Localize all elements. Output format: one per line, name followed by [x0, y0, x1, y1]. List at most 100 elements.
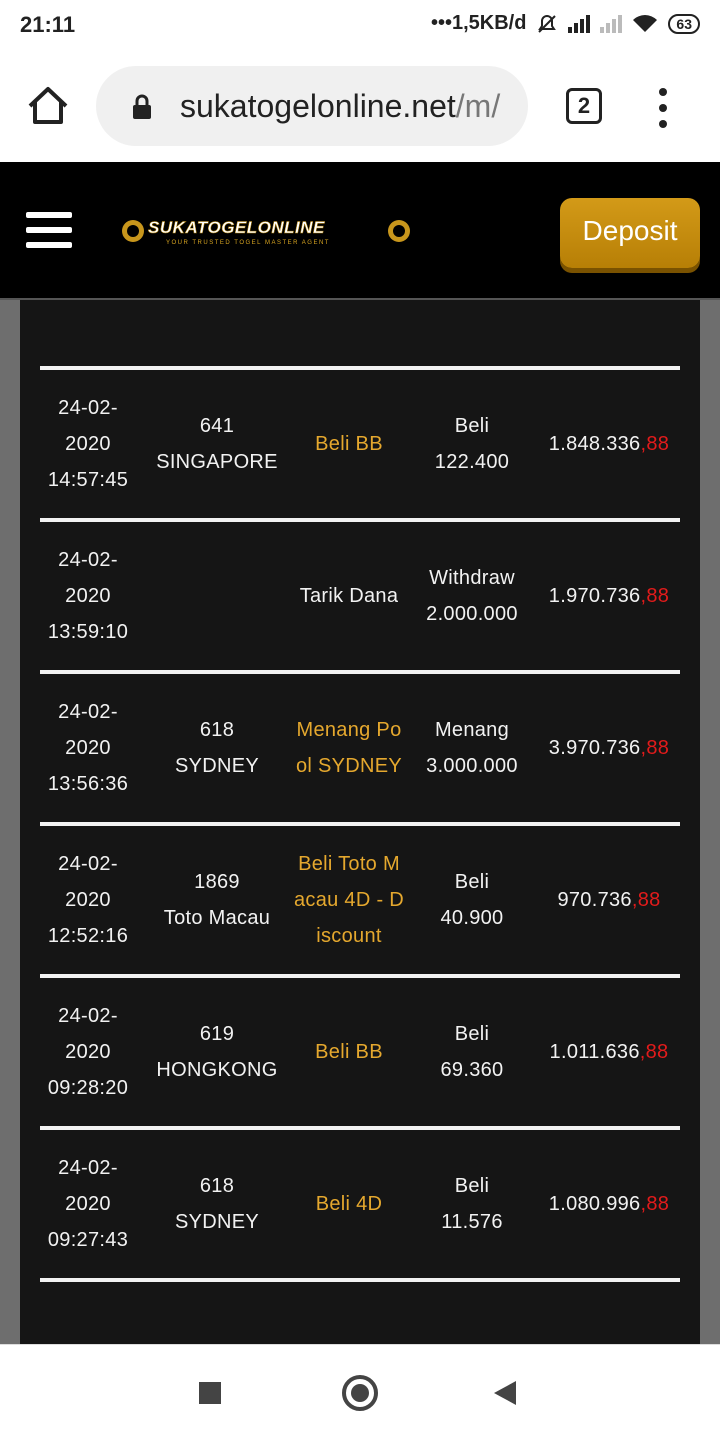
logo-emblem-left-icon: [122, 220, 144, 242]
amount-value: 122.400: [435, 300, 509, 310]
transaction-amount: Beli 69.360: [414, 978, 530, 1126]
transaction-description[interactable]: Menang Pool SYDNEY: [294, 674, 404, 822]
transaction-balance: 1.848.336,88: [538, 370, 680, 518]
wifi-icon: [633, 14, 658, 32]
transaction-row: 24-02- 2020 09:28:20 619 HONGKONG Beli BB Beli…: [40, 978, 680, 1130]
transaction-amount: 122.400: [414, 300, 530, 366]
amount-type: Beli: [454, 871, 490, 893]
deposit-button[interactable]: Deposit: [560, 198, 700, 268]
transaction-game: 619 HONGKONG: [152, 978, 282, 1126]
transaction-game: 618 SYDNEY: [152, 1130, 282, 1278]
balance-cents: ,88: [639, 1041, 669, 1063]
transaction-amount: Menang 3.000.000: [414, 674, 530, 822]
date-time: 12:52:16: [47, 925, 129, 947]
mute-alarm-icon: [538, 14, 557, 33]
transaction-date: 24-02- 2020 12:52:16: [40, 826, 136, 974]
date-year: 2020: [65, 737, 111, 759]
signal-2-icon: [600, 14, 623, 33]
date-time: 14:57:45: [47, 469, 129, 491]
amount-type: Beli: [454, 1175, 490, 1197]
hamburger-menu-icon[interactable]: [26, 212, 72, 248]
transaction-game: 618 SYDNEY: [152, 674, 282, 822]
amount-value: 3.000.000: [426, 755, 518, 777]
balance-cents: ,88: [640, 585, 670, 607]
date-time: 13:56:36: [47, 773, 129, 795]
balance-main: 970.736: [557, 889, 632, 911]
transaction-balance: 1.970.736,88: [538, 522, 680, 670]
game-market: SYDNEY: [174, 755, 260, 777]
logo-text: SUKATOGELONLINE: [148, 218, 325, 238]
date-day: 24-02-: [58, 1005, 118, 1027]
transaction-game: 641 SINGAPORE: [152, 370, 282, 518]
date-year: 2020: [65, 1041, 111, 1063]
game-period: 619: [199, 1023, 235, 1045]
transaction-description[interactable]: [294, 1282, 404, 1344]
game-market: Toto Macau: [163, 907, 271, 929]
transaction-date: 24-02- 2020 13:59:10: [40, 522, 136, 670]
site-logo[interactable]: SUKATOGELONLINE YOUR TRUSTED TOGEL MASTE…: [118, 212, 414, 250]
amount-value: 122.400: [434, 451, 510, 473]
system-nav-bar: [0, 1344, 720, 1440]
transaction-description[interactable]: [294, 300, 404, 366]
amount-value: 2.000.000: [426, 603, 518, 625]
transaction-game: 1869 Toto Macau: [152, 826, 282, 974]
game-period: 618: [199, 719, 235, 741]
transaction-balance: 3.970.736,88: [538, 674, 680, 822]
home-button-icon[interactable]: [342, 1375, 378, 1411]
game-period: 618: [199, 1175, 235, 1197]
transaction-date: 14:59:18: [40, 300, 136, 366]
transaction-row: 24-02- 2020 13:59:10 Tarik Dana Withdraw 2.00…: [40, 522, 680, 674]
transaction-date: 24-02- 2020 14:57:45: [40, 370, 136, 518]
page-content[interactable]: 14:59:18 SINGAPORE 122.400 24-02- 2020 14:57:…: [0, 300, 720, 1344]
game-market: HONGKONG: [156, 1059, 278, 1081]
date-day: 24-02-: [58, 701, 118, 723]
recent-apps-icon[interactable]: [199, 1382, 221, 1404]
transaction-game: [152, 522, 282, 670]
transaction-row: 14:59:18 SINGAPORE 122.400: [40, 300, 680, 370]
amount-value: 69.360: [440, 1059, 504, 1081]
transaction-balance: [538, 300, 680, 366]
amount-value: 40.900: [440, 907, 504, 929]
browser-menu-icon[interactable]: [656, 88, 670, 128]
transaction-row: 24-02- 2020 13:56:36 618 SYDNEY Menang Pool S…: [40, 674, 680, 826]
balance-main: 1.011.636: [549, 1041, 640, 1063]
transaction-row: 24-02- 2020 14:57:45 641 SINGAPORE Beli BB Bel…: [40, 370, 680, 522]
transaction-description[interactable]: Beli BB: [294, 978, 404, 1126]
transaction-description[interactable]: Beli Toto Macau 4D - Discount: [294, 826, 404, 974]
lock-icon: [133, 94, 151, 119]
transaction-panel: 14:59:18 SINGAPORE 122.400 24-02- 2020 14:57:…: [20, 300, 700, 1344]
url-path: /m/: [455, 88, 501, 124]
balance-cents: ,88: [640, 433, 670, 455]
amount-type: Beli: [454, 415, 490, 437]
transaction-description[interactable]: Tarik Dana: [294, 522, 404, 670]
transaction-row: 24-02- 2020 12:52:16 1869 Toto Macau Beli Tot…: [40, 826, 680, 978]
transaction-description[interactable]: Beli 4D: [294, 1130, 404, 1278]
date-time: 09:27:43: [47, 1229, 129, 1251]
date-year: 2020: [65, 433, 111, 455]
home-icon[interactable]: [26, 84, 70, 128]
address-bar[interactable]: sukatogelonline.net/m/: [96, 66, 528, 146]
amount-type: Beli: [454, 1023, 490, 1045]
transaction-balance: 1.080.996,88: [538, 1130, 680, 1278]
date-time: 13:59:10: [47, 621, 129, 643]
back-icon[interactable]: [494, 1381, 516, 1405]
amount-value: 11.576: [441, 1211, 503, 1233]
logo-tagline: YOUR TRUSTED TOGEL MASTER AGENT: [166, 240, 330, 246]
date-year: 2020: [65, 1193, 111, 1215]
status-indicators: •••1,5KB/d 63: [431, 12, 700, 35]
date-day: 24-02-: [58, 397, 118, 419]
date-day: 24-02-: [58, 549, 118, 571]
balance-main: 1.080.996: [548, 1193, 641, 1215]
date-year: 2020: [65, 889, 111, 911]
status-bar: 21:11 •••1,5KB/d 63: [0, 0, 720, 52]
amount-type: Menang: [434, 719, 510, 741]
transaction-date: 24-02-: [40, 1282, 136, 1344]
date-time: 09:28:20: [47, 1077, 129, 1099]
balance-main: 3.970.736: [548, 737, 641, 759]
site-header: SUKATOGELONLINE YOUR TRUSTED TOGEL MASTE…: [0, 162, 720, 300]
transaction-description[interactable]: Beli BB: [294, 370, 404, 518]
balance-main: 1.970.736: [548, 585, 641, 607]
date-day: 24-02-: [58, 1157, 118, 1179]
transaction-balance: 970.736,88: [538, 826, 680, 974]
tab-switcher-button[interactable]: 2: [566, 88, 602, 124]
